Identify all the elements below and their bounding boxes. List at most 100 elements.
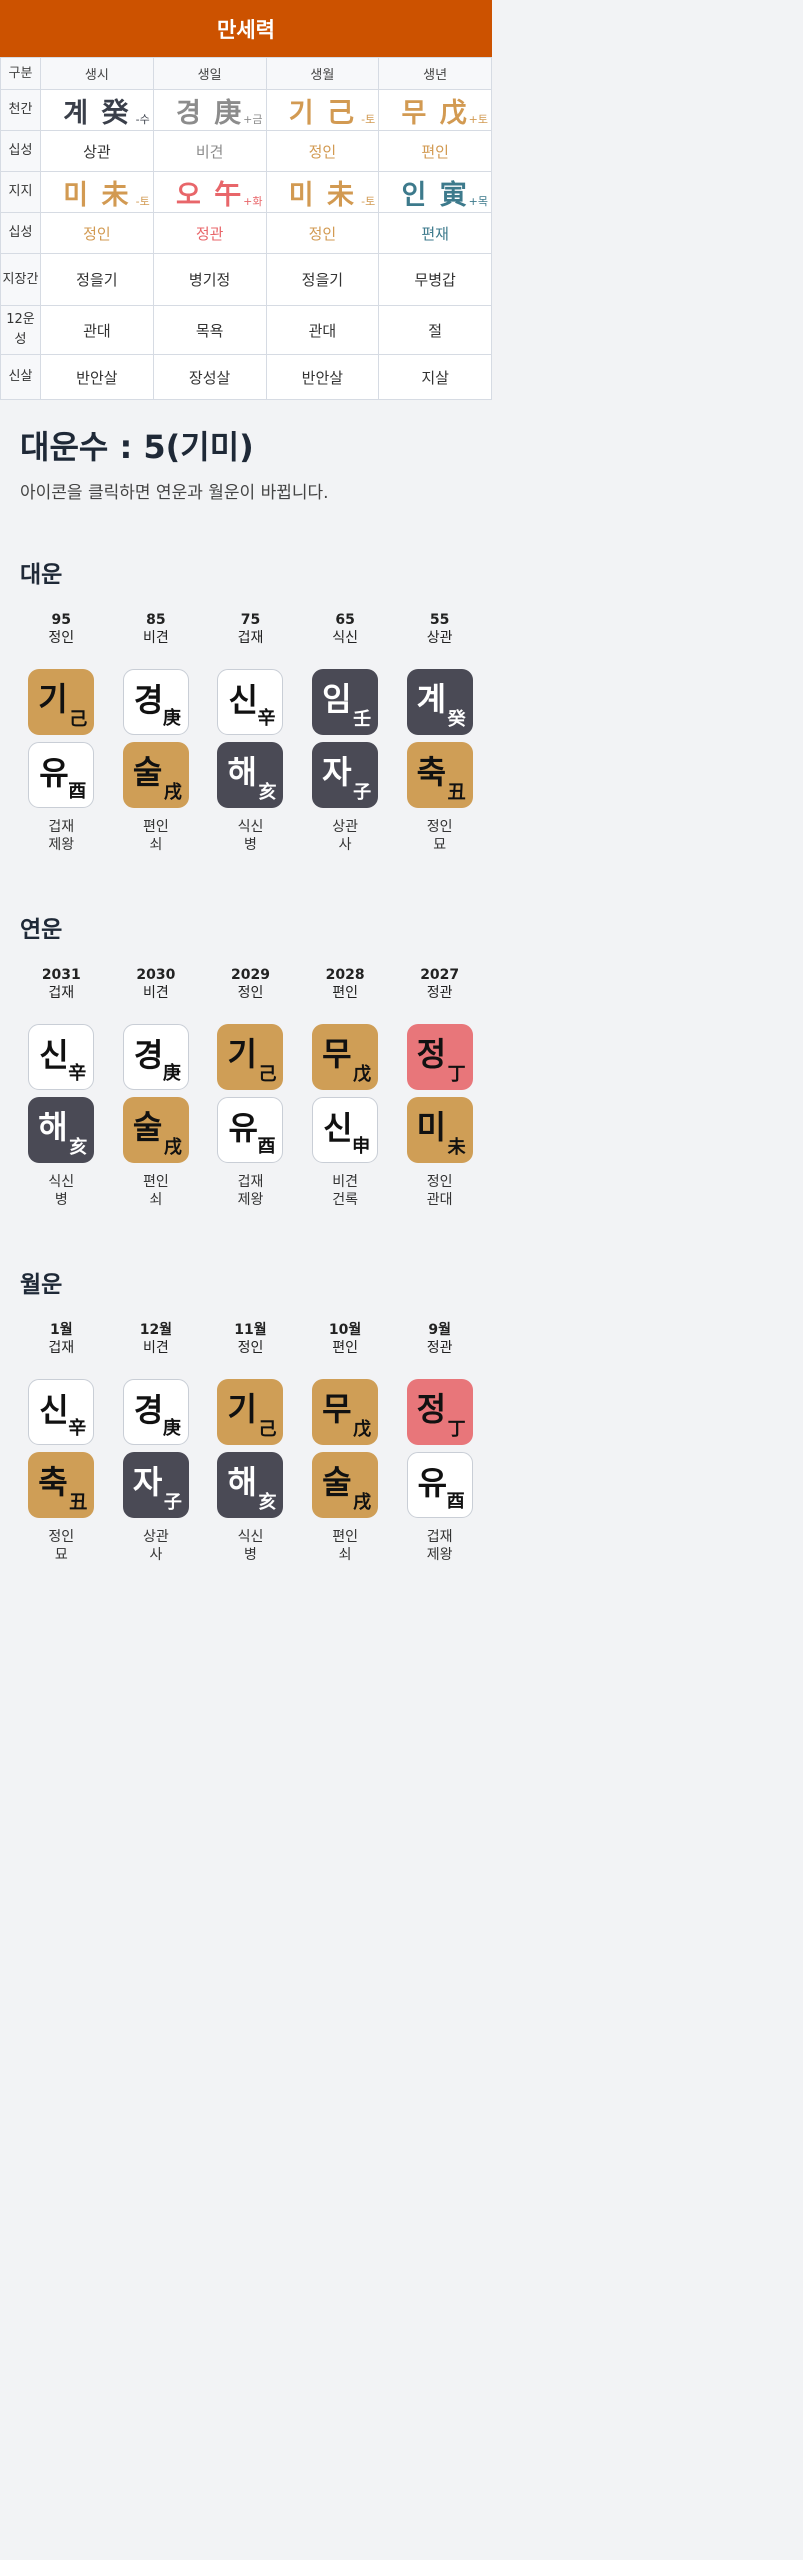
saju-table: 구분 생시 생일 생월 생년 천간 계 癸 -수 경 庚 +금 기 己 -토 무 戊 +… [0, 57, 492, 400]
card-hangul: 유 [417, 1464, 448, 1502]
jiji-card[interactable]: 해亥 [217, 742, 284, 808]
card-hanja: 子 [163, 1492, 182, 1513]
cycle-label: 95 [51, 612, 72, 628]
cheongan-char: 계 癸 [63, 97, 131, 129]
card-hangul: 신 [39, 1036, 69, 1074]
section-title: 연운 [20, 917, 63, 943]
jiji-card[interactable]: 유酉 [28, 742, 95, 808]
col-header-year: 생년 [378, 57, 492, 90]
wolun-column: 9월 정관 정 丁 유 酉 겁재 제왕 [392, 1321, 487, 1564]
cycle-sipseong-bottom: 식신 [237, 1529, 264, 1545]
wolun-column: 12월 비견 경 庚 자 子 상관 사 [109, 1321, 204, 1564]
card-hangul: 술 [132, 1108, 163, 1146]
card-hanja: 未 [447, 1137, 466, 1158]
cheongan-card[interactable]: 경庚 [122, 669, 189, 735]
card-hangul: 기 [227, 1390, 257, 1428]
jiji-card[interactable]: 해亥 [28, 1097, 95, 1163]
wolun-column: 10월 편인 무 戊 술 戌 편인 쇠 [298, 1321, 393, 1564]
jiji-card[interactable]: 유酉 [217, 1097, 284, 1163]
cheongan-card[interactable]: 경庚 [122, 1024, 189, 1090]
card-hanja: 丁 [447, 1419, 466, 1440]
cheongan-card[interactable]: 신辛 [217, 669, 284, 735]
card-hanja: 辛 [68, 1418, 87, 1439]
cycle-sipseong-bottom: 비견 [332, 1174, 358, 1190]
element-label: +화 [243, 195, 263, 208]
cycle-label: 2027 [420, 967, 460, 983]
cycle-label: 65 [335, 612, 355, 628]
cheongan-card[interactable]: 정丁 [406, 1024, 473, 1090]
jiji-card[interactable]: 축丑 [406, 742, 473, 808]
element-label: +금 [243, 113, 263, 126]
card-hanja: 亥 [258, 1492, 277, 1513]
jiji-card[interactable]: 유酉 [406, 1452, 473, 1518]
corner-label: 구분 [0, 57, 41, 90]
card-hanja: 申 [352, 1136, 371, 1157]
cycle-unseong: 쇠 [149, 1192, 163, 1208]
card-hangul: 정 [416, 1035, 447, 1073]
jiji-cell: 미 未 -토 [40, 171, 154, 213]
cheongan-card[interactable]: 기己 [28, 669, 95, 735]
cycle-sipseong-bottom: 겁재 [48, 819, 75, 835]
card-hangul: 기 [38, 680, 68, 718]
card-hangul: 술 [322, 1463, 352, 1501]
sipseong-cell: 정인 [265, 130, 380, 172]
jiji-card[interactable]: 술戌 [122, 742, 189, 808]
jiji-card[interactable]: 술戌 [312, 1452, 379, 1518]
cheongan-card[interactable]: 임壬 [312, 669, 379, 735]
sipseong-cell: 정관 [152, 212, 267, 254]
daeun-column: 85 비견 경 庚 술 戌 편인 쇠 [109, 611, 204, 854]
cheongan-card[interactable]: 경庚 [122, 1379, 189, 1445]
cycle-sipseong: 비견 [143, 630, 169, 646]
cycle-label: 2031 [41, 967, 81, 983]
jiji-card[interactable]: 신申 [312, 1097, 379, 1163]
sinsal-cell: 장성살 [152, 354, 267, 400]
jiji-card[interactable]: 술戌 [122, 1097, 189, 1163]
jiji-char: 미 未 [288, 179, 356, 211]
cheongan-char: 기 己 [288, 97, 356, 129]
cheongan-card[interactable]: 기己 [217, 1024, 284, 1090]
card-hangul: 자 [132, 1463, 163, 1501]
jiji-card[interactable]: 자子 [312, 742, 379, 808]
card-hanja: 辛 [68, 1063, 87, 1084]
card-hangul: 신 [228, 681, 258, 719]
cycle-sipseong: 겁재 [48, 985, 75, 1001]
sinsal-cell: 지살 [378, 354, 492, 400]
card-hanja: 酉 [68, 781, 87, 802]
daeunsu-block: 대운수 : 5(기미) 아이콘을 클릭하면 연운과 월운이 바뀝니다. [0, 400, 492, 503]
jiji-char: 오 午 [176, 179, 244, 211]
jijanggan-cell: 정을기 [265, 253, 380, 306]
card-hangul: 해 [38, 1108, 68, 1146]
cheongan-card[interactable]: 신辛 [28, 1024, 95, 1090]
card-hanja: 庚 [162, 708, 181, 729]
cycle-unseong: 병 [244, 837, 257, 853]
cycle-sipseong-bottom: 겁재 [426, 1529, 453, 1545]
cycle-label: 12월 [139, 1322, 173, 1338]
yeonun-grid: 2031 겁재 신 辛 해 亥 식신 병 2030 비견 경 庚 술 戌 편인 쇠 2029 정인 기 己 유 酉 겁재 제왕… [0, 966, 492, 1209]
jiji-card[interactable]: 자子 [122, 1452, 189, 1518]
cycle-label: 85 [146, 612, 166, 628]
cheongan-card[interactable]: 계癸 [406, 669, 473, 735]
cheongan-card[interactable]: 무戊 [312, 1379, 379, 1445]
jiji-card[interactable]: 축丑 [28, 1452, 95, 1518]
cycle-sipseong: 정인 [237, 985, 264, 1001]
cheongan-card[interactable]: 무戊 [312, 1024, 379, 1090]
jiji-cell: 인 寅 +목 [378, 171, 492, 213]
sinsal-cell: 반안살 [265, 354, 380, 400]
cheongan-card[interactable]: 정丁 [406, 1379, 473, 1445]
daeun-column: 65 식신 임 壬 자 子 상관 사 [298, 611, 393, 854]
unseong-row: 12운성 관대 목욕 관대 절 [0, 305, 492, 355]
element-label: -토 [361, 195, 376, 208]
jiji-card[interactable]: 미未 [406, 1097, 473, 1163]
card-hangul: 축 [38, 1463, 68, 1501]
cycle-unseong: 제왕 [237, 1192, 264, 1208]
column-header-row: 구분 생시 생일 생월 생년 [0, 57, 492, 90]
sipseong-bottom-row: 십성 정인 정관 정인 편재 [0, 212, 492, 254]
wolun-section: 월운 1월 겁재 신 辛 축 丑 정인 묘 12월 비견 경 庚 자 子 상관 사 11월 정인 기 己 해 亥 식신 병 10… [0, 1265, 492, 1564]
wolun-grid: 1월 겁재 신 辛 축 丑 정인 묘 12월 비견 경 庚 자 子 상관 사 11월 정인 기 己 해 亥 식신 병 10월 편인… [0, 1321, 492, 1564]
jiji-card[interactable]: 해亥 [217, 1452, 284, 1518]
cheongan-card[interactable]: 기己 [217, 1379, 284, 1445]
cheongan-card[interactable]: 신辛 [28, 1379, 95, 1445]
card-hangul: 신 [323, 1109, 353, 1147]
sipseong-cell: 편인 [378, 130, 492, 172]
cycle-unseong: 제왕 [426, 1547, 453, 1563]
